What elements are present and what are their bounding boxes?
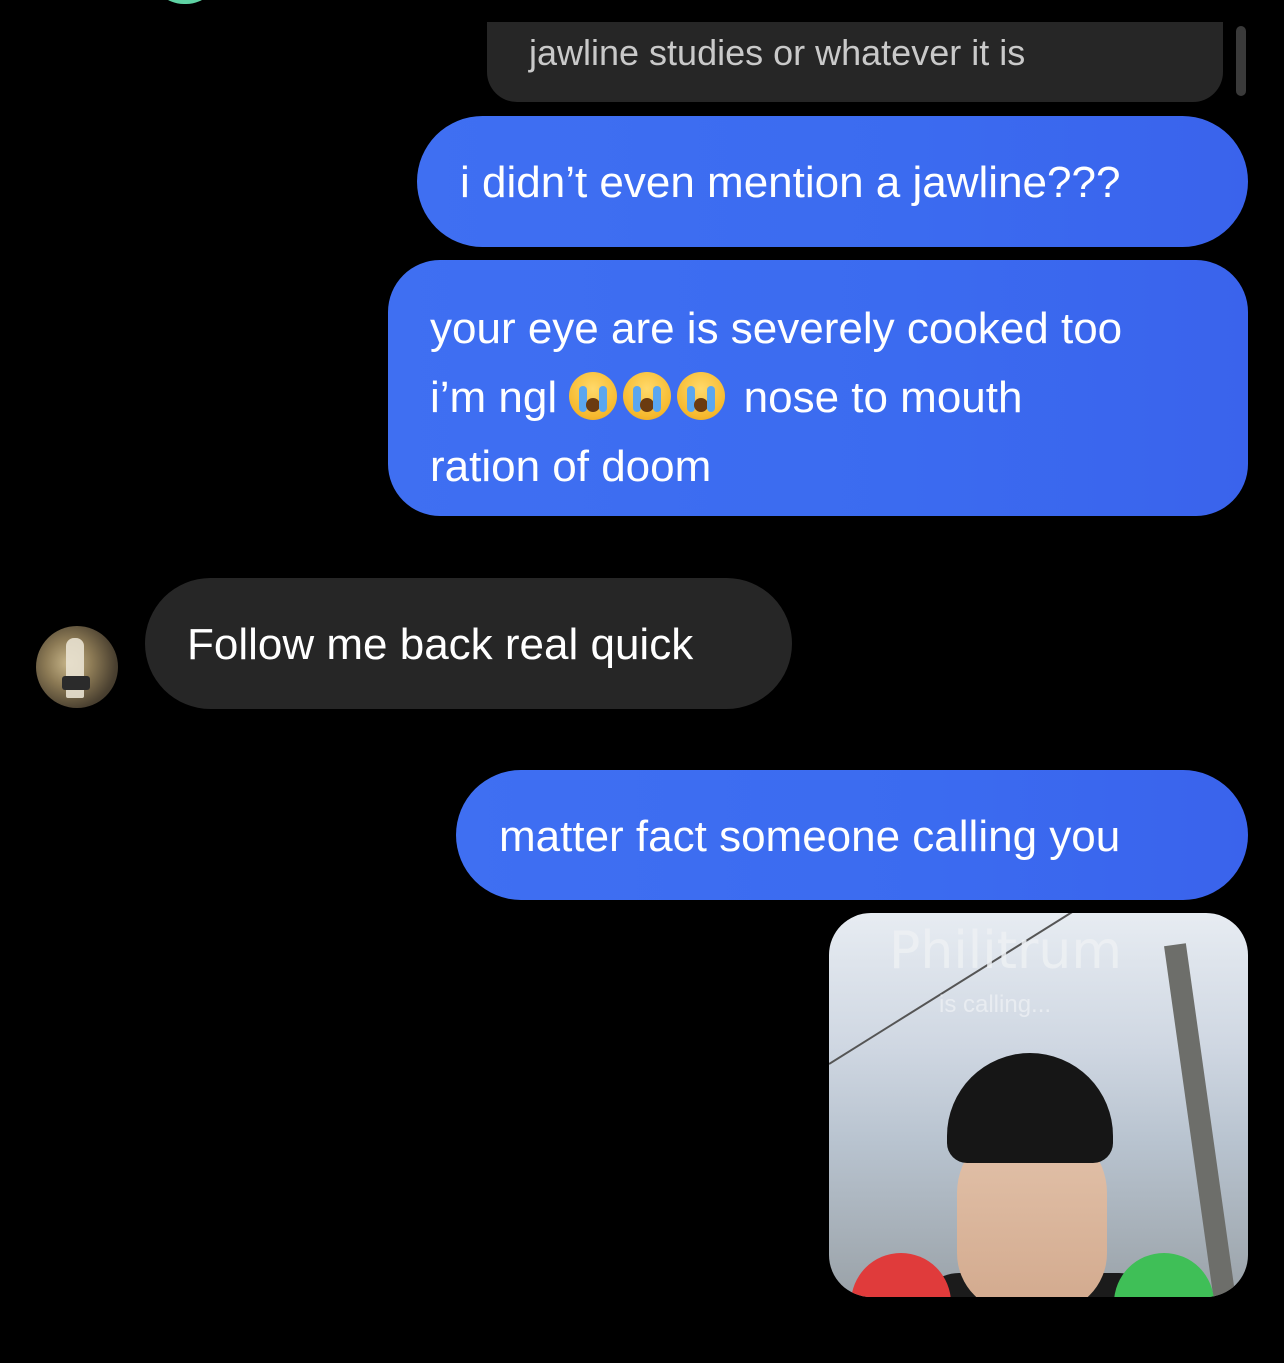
decline-call-icon	[851, 1253, 951, 1297]
media-overlay-title: Philitrum	[889, 921, 1123, 981]
message-text: nose to mouth	[743, 373, 1023, 422]
outgoing-message[interactable]: i didn’t even mention a jawline???	[417, 116, 1248, 247]
reply-preview-text: jawline studies or whatever it is	[529, 32, 1026, 73]
reply-preview[interactable]: jawline studies or whatever it is	[487, 22, 1223, 102]
message-text: Follow me back real quick	[187, 620, 694, 669]
message-text-line: ration of doom	[430, 442, 712, 491]
reply-indicator-bar	[1236, 26, 1246, 96]
media-overlay-subtitle: is calling...	[939, 991, 1052, 1018]
incoming-message[interactable]: Follow me back real quick	[145, 578, 792, 709]
loudly-crying-face-icon	[623, 372, 672, 420]
top-avatar-edge	[150, 0, 220, 4]
loudly-crying-face-icon	[677, 372, 726, 420]
message-text: i didn’t even mention a jawline???	[460, 158, 1121, 207]
message-text: matter fact someone calling you	[499, 812, 1121, 861]
media-message-image[interactable]: Philitrum is calling...	[829, 913, 1248, 1297]
outgoing-message[interactable]: your eye are is severely cooked too i’m …	[388, 260, 1248, 516]
message-text-line: your eye are is severely cooked too	[430, 304, 1123, 353]
loudly-crying-face-icon	[569, 372, 618, 420]
outgoing-message[interactable]: matter fact someone calling you	[456, 770, 1248, 900]
message-text: i’m ngl	[430, 373, 558, 422]
accept-call-icon	[1114, 1253, 1214, 1297]
avatar[interactable]	[36, 626, 118, 708]
message-text-line: i’m ngl nose to mouth	[430, 363, 1218, 432]
